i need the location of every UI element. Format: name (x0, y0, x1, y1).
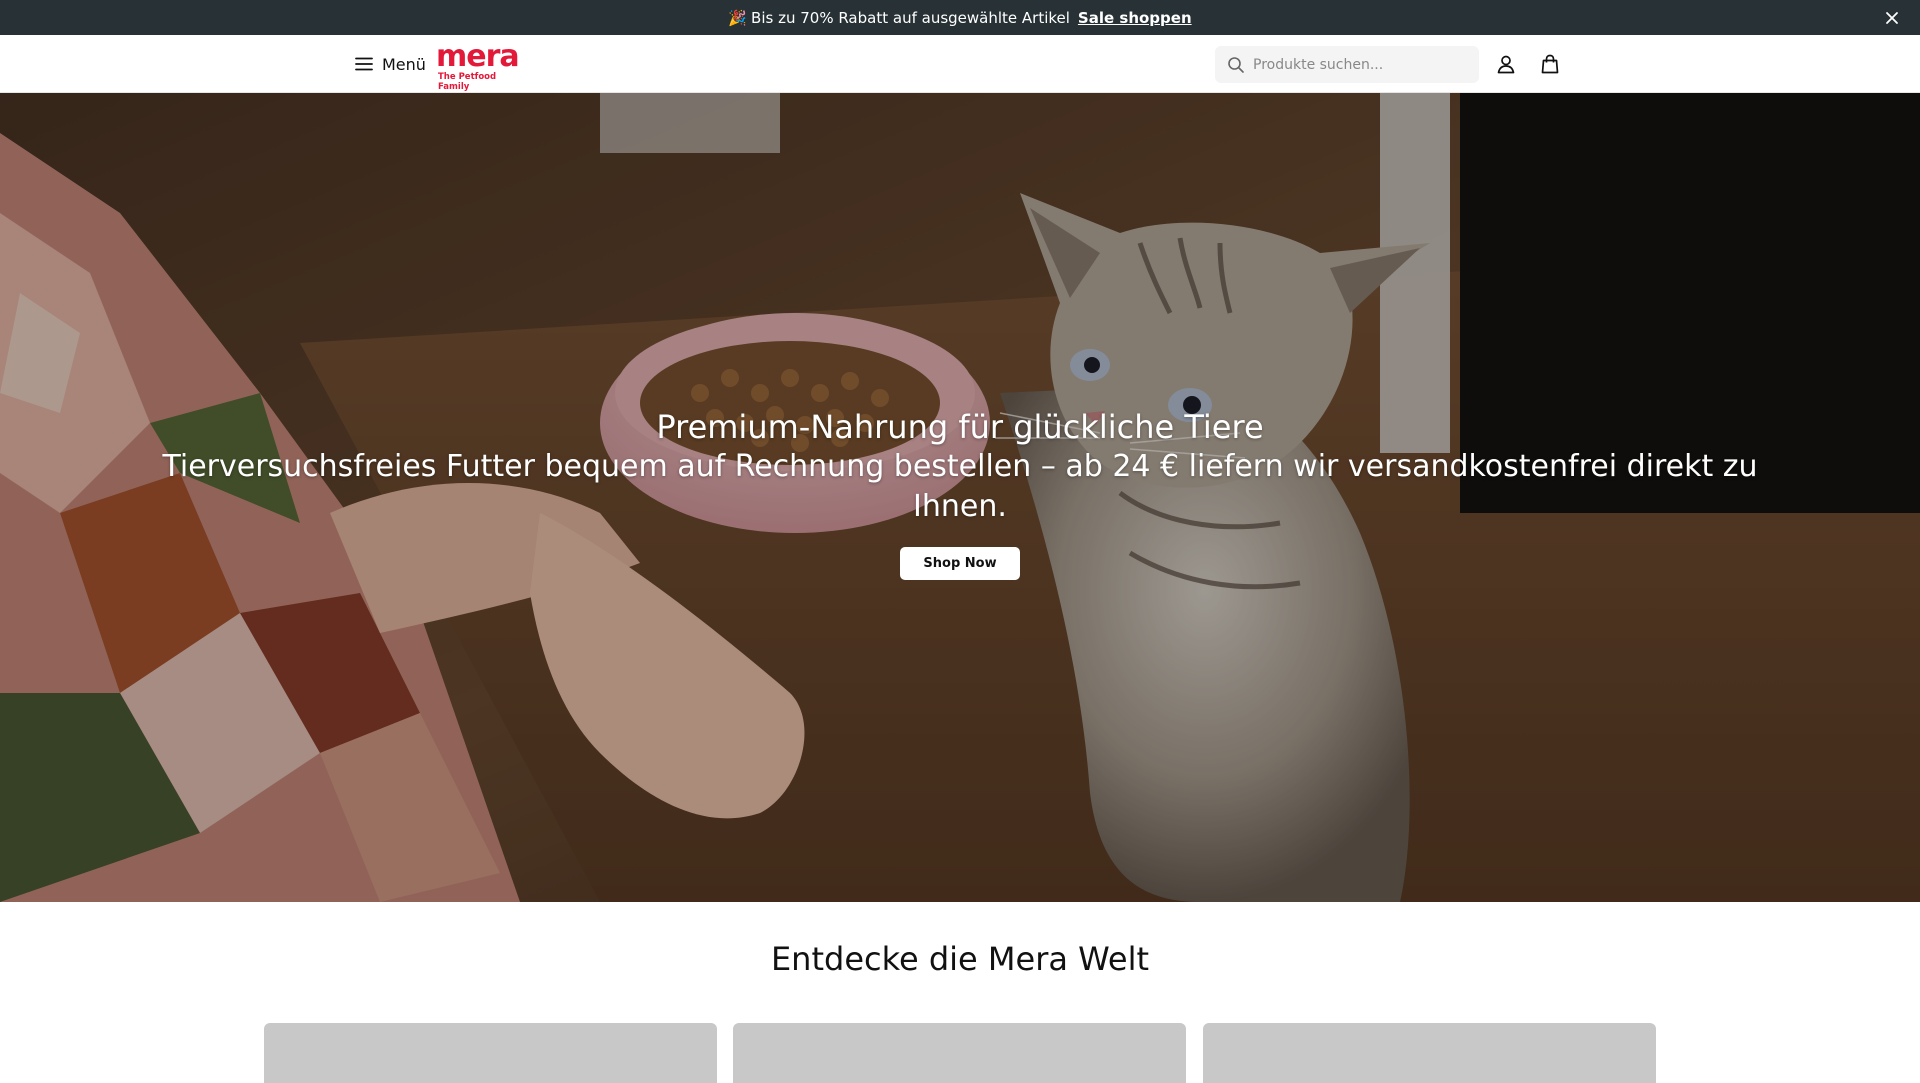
announcement-bar: 🎉 Bis zu 70% Rabatt auf ausgewählte Arti… (0, 0, 1920, 35)
menu-label: Menü (382, 54, 426, 74)
hero-content: Premium-Nahrung für glückliche Tiere Tie… (0, 407, 1920, 580)
announcement-text: Bis zu 70% Rabatt auf ausgewählte Artike… (751, 8, 1070, 27)
hero-title: Premium-Nahrung für glückliche Tiere (656, 408, 1264, 446)
logo-tagline: The Petfood Family (438, 72, 497, 92)
search-icon (1228, 56, 1244, 73)
shop-now-button[interactable]: Shop Now (900, 547, 1020, 580)
hamburger-icon (355, 57, 373, 71)
hero-banner: Premium-Nahrung für glückliche Tiere Tie… (0, 93, 1920, 902)
menu-button[interactable]: Menü (354, 52, 426, 76)
search-input[interactable] (1253, 56, 1463, 73)
logo-wordmark: mera (436, 39, 520, 74)
search-box[interactable] (1215, 46, 1479, 83)
shopping-bag-icon[interactable] (1539, 53, 1561, 75)
close-icon[interactable] (1882, 8, 1902, 28)
mera-logo[interactable]: mera The Petfood Family (436, 39, 520, 93)
party-popper-icon: 🎉 (728, 8, 748, 27)
discover-card[interactable] (264, 1023, 717, 1083)
discover-section-title: Entdecke die Mera Welt (770, 940, 1150, 978)
hero-subtitle: Tierversuchsfreies Futter bequem auf Rec… (162, 449, 1758, 524)
site-header: Menü mera The Petfood Family (0, 35, 1920, 93)
discover-card[interactable] (1203, 1023, 1656, 1083)
discover-card[interactable] (733, 1023, 1186, 1083)
sale-shop-link[interactable]: Sale shoppen (1078, 9, 1192, 27)
user-icon[interactable] (1495, 53, 1517, 75)
